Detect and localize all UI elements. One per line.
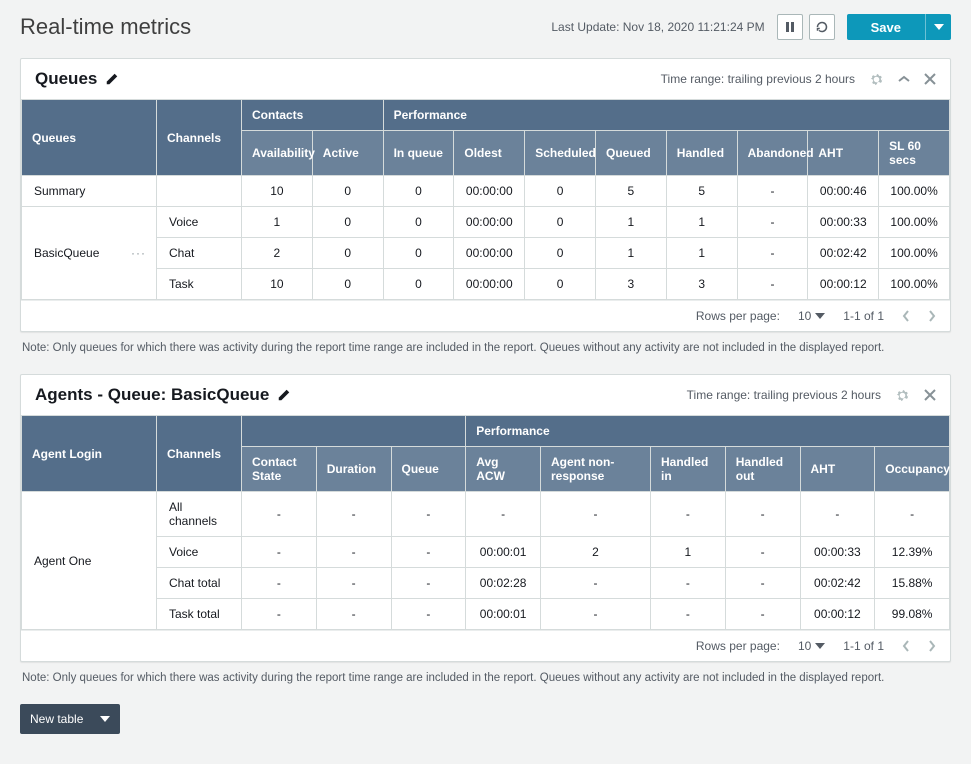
last-update: Last Update: Nov 18, 2020 11:21:24 PM xyxy=(551,20,764,34)
col-availability[interactable]: Availability xyxy=(242,131,313,176)
table-row: BasicQueue ··· Voice 1 0 0 00:00:00 0 1 … xyxy=(22,207,950,238)
edit-icon[interactable] xyxy=(277,388,291,402)
col-duration[interactable]: Duration xyxy=(316,447,391,492)
table-row: Summary 10 0 0 00:00:00 0 5 5 - 00:00:46… xyxy=(22,176,950,207)
prev-page-icon[interactable] xyxy=(902,310,910,322)
rows-per-page-select[interactable]: 10 xyxy=(798,309,825,323)
row-more-icon[interactable]: ··· xyxy=(131,246,146,260)
col-handled-in[interactable]: Handled in xyxy=(651,447,726,492)
table-row: Agent One All channels - - - - - - - - - xyxy=(22,492,950,537)
page-title: Real-time metrics xyxy=(20,14,191,40)
col-aht[interactable]: AHT xyxy=(800,447,875,492)
queues-time-range: Time range: trailing previous 2 hours xyxy=(661,72,855,86)
table-row: Chat 2 0 0 00:00:00 0 1 1 - 00:02:42 100… xyxy=(22,238,950,269)
save-button[interactable]: Save xyxy=(847,14,925,40)
agents-panel: Agents - Queue: BasicQueue Time range: t… xyxy=(20,374,951,662)
agents-note: Note: Only queues for which there was ac… xyxy=(22,672,949,684)
queues-pager: Rows per page: 10 1-1 of 1 xyxy=(21,300,950,331)
chevron-down-icon xyxy=(100,716,110,722)
col-oldest[interactable]: Oldest xyxy=(454,131,525,176)
next-page-icon[interactable] xyxy=(928,310,936,322)
col-sl60[interactable]: SL 60 secs xyxy=(879,131,950,176)
collapse-icon[interactable] xyxy=(898,75,910,83)
col-channels[interactable]: Channels xyxy=(157,100,242,176)
colgroup-blank xyxy=(242,416,466,447)
col-in-queue[interactable]: In queue xyxy=(383,131,454,176)
next-page-icon[interactable] xyxy=(928,640,936,652)
col-contact-state[interactable]: Contact State xyxy=(242,447,317,492)
col-aht[interactable]: AHT xyxy=(808,131,879,176)
col-handled[interactable]: Handled xyxy=(666,131,737,176)
agents-pager: Rows per page: 10 1-1 of 1 xyxy=(21,630,950,661)
col-queue[interactable]: Queue xyxy=(391,447,466,492)
prev-page-icon[interactable] xyxy=(902,640,910,652)
col-abandoned[interactable]: Abandoned xyxy=(737,131,808,176)
pause-button[interactable] xyxy=(777,14,803,40)
close-icon[interactable] xyxy=(924,389,936,401)
agents-time-range: Time range: trailing previous 2 hours xyxy=(687,388,881,402)
col-channels[interactable]: Channels xyxy=(157,416,242,492)
col-agent-login[interactable]: Agent Login xyxy=(22,416,157,492)
agents-title: Agents - Queue: BasicQueue xyxy=(35,385,291,405)
table-row: Chat total - - - 00:02:28 - - - 00:02:42… xyxy=(22,568,950,599)
gear-icon[interactable] xyxy=(895,388,910,403)
queues-panel: Queues Time range: trailing previous 2 h… xyxy=(20,58,951,332)
save-dropdown[interactable] xyxy=(925,14,951,40)
col-scheduled[interactable]: Scheduled xyxy=(525,131,596,176)
agents-table: Agent Login Channels Performance Contact… xyxy=(21,415,950,630)
colgroup-contacts: Contacts xyxy=(242,100,384,131)
edit-icon[interactable] xyxy=(105,72,119,86)
colgroup-performance: Performance xyxy=(466,416,950,447)
gear-icon[interactable] xyxy=(869,72,884,87)
table-row: Task 10 0 0 00:00:00 0 3 3 - 00:00:12 10… xyxy=(22,269,950,300)
queues-title: Queues xyxy=(35,69,119,89)
col-occupancy[interactable]: Occupancy xyxy=(875,447,950,492)
rows-per-page-select[interactable]: 10 xyxy=(798,639,825,653)
col-queues[interactable]: Queues xyxy=(22,100,157,176)
table-row: Task total - - - 00:00:01 - - - 00:00:12… xyxy=(22,599,950,630)
colgroup-performance: Performance xyxy=(383,100,949,131)
new-table-button[interactable]: New table xyxy=(20,704,120,734)
header-actions: Last Update: Nov 18, 2020 11:21:24 PM Sa… xyxy=(551,14,951,40)
queues-table: Queues Channels Contacts Performance Ava… xyxy=(21,99,950,300)
close-icon[interactable] xyxy=(924,73,936,85)
col-queued[interactable]: Queued xyxy=(595,131,666,176)
table-row: Voice - - - 00:00:01 2 1 - 00:00:33 12.3… xyxy=(22,537,950,568)
refresh-button[interactable] xyxy=(809,14,835,40)
col-handled-out[interactable]: Handled out xyxy=(725,447,800,492)
col-non-response[interactable]: Agent non-response xyxy=(541,447,651,492)
col-active[interactable]: Active xyxy=(312,131,383,176)
col-avg-acw[interactable]: Avg ACW xyxy=(466,447,541,492)
queues-note: Note: Only queues for which there was ac… xyxy=(22,342,949,354)
